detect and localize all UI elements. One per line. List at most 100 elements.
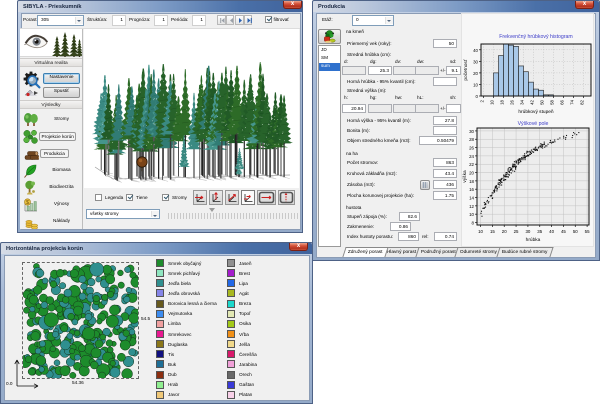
vek-value[interactable]: 50 — [433, 39, 457, 48]
view-iso-button[interactable] — [225, 190, 239, 205]
tab-1[interactable]: Združený porast — [342, 247, 388, 257]
d-col-label: dw: — [417, 59, 424, 64]
struktura-label: Štruktúra: — [87, 17, 107, 22]
view-top-icon — [210, 191, 222, 204]
legend-item: Jelša — [227, 339, 257, 349]
horna-hrubka-value[interactable] — [433, 77, 457, 86]
sidebar-item-naklady[interactable]: Náklady — [20, 213, 82, 230]
porast-combobox[interactable]: 305 — [37, 15, 84, 26]
view-section-h-button[interactable] — [257, 190, 276, 205]
tab-5[interactable]: Budúce rubné stromy — [496, 247, 553, 257]
legend-species-label: Limba — [168, 321, 181, 326]
legend-species-label: Duglaska — [168, 342, 188, 347]
rel-value[interactable]: 0.74 — [434, 232, 457, 241]
spustit-button[interactable]: Spustiť — [43, 87, 80, 98]
explorer-close-button[interactable]: x — [283, 1, 302, 9]
view-iso-icon — [226, 191, 238, 204]
first-record-button[interactable] — [217, 15, 226, 25]
svg-text:16: 16 — [469, 187, 474, 192]
zoom-slider-thumb[interactable] — [209, 208, 215, 215]
view-top-button[interactable] — [209, 190, 223, 205]
sidebar-item-projekcie-korun[interactable]: Projekcie korún — [20, 128, 82, 145]
sd-col-label: sd: — [450, 59, 456, 64]
legend-item: Brest — [227, 268, 257, 278]
filtrovat-checkbox[interactable] — [265, 16, 272, 23]
legend-swatch — [156, 269, 164, 277]
svg-text:Výškové pole: Výškové pole — [518, 121, 549, 127]
svg-text:25: 25 — [514, 229, 519, 234]
tree-filter-combobox[interactable]: všetky stromy — [86, 209, 160, 219]
d-value[interactable] — [415, 66, 439, 75]
sh-value[interactable] — [446, 104, 461, 113]
perioda-input[interactable]: 1 — [192, 15, 206, 26]
svg-text:40: 40 — [473, 48, 478, 53]
projection-close-button[interactable]: x — [289, 243, 308, 251]
h-value[interactable] — [415, 104, 439, 113]
legend-item: Hrab — [156, 380, 217, 390]
svg-text:2: 2 — [480, 99, 485, 102]
sidebar-item-biodiverzita[interactable]: Biodiverzita — [20, 179, 82, 196]
sidebar-item-vynosy[interactable]: $Výnosy — [20, 196, 82, 213]
pocet-value[interactable]: 863 — [433, 158, 457, 167]
legend-species-label: Breza — [239, 301, 251, 306]
h-value[interactable]: 20.94 — [342, 104, 366, 113]
struktura-input[interactable]: 1 — [112, 15, 126, 26]
explorer-toolbar: Porast: 305 Štruktúra: 1 Prognóza: 1 Per… — [20, 12, 300, 29]
zasoba-detail-button[interactable] — [420, 180, 430, 190]
prev-record-button[interactable] — [226, 15, 235, 25]
view-free-button[interactable] — [241, 190, 255, 205]
sidebar-item-stromy[interactable]: Stromy — [20, 111, 82, 128]
h-value[interactable] — [368, 104, 392, 113]
legend-species-label: Dub — [168, 372, 177, 377]
produkcia-close-button[interactable]: x — [575, 1, 594, 9]
record-nav-buttons — [217, 15, 254, 26]
sh-col-label: sh: — [450, 95, 456, 100]
horna-vyska-value[interactable]: 27.8 — [433, 116, 457, 125]
explorer-titlebar[interactable]: SIBYLA - Prieskumník — [18, 1, 302, 12]
perioda-label: Perióda: — [171, 17, 188, 22]
legend-item: Lipa — [227, 278, 257, 288]
legend-swatch — [227, 350, 235, 358]
legend-item: Gaštan — [227, 380, 257, 390]
index-value[interactable]: 860 — [398, 232, 419, 241]
zakmenenie-value[interactable]: 0.86 — [390, 222, 411, 231]
legend-swatch — [156, 360, 164, 368]
porast-label: Porast: — [23, 17, 38, 22]
d-value[interactable] — [393, 66, 417, 75]
last-record-button[interactable] — [244, 15, 253, 25]
legend-species-label: Jarabina — [239, 362, 257, 367]
objem-value[interactable]: 0.50479 — [419, 136, 457, 145]
legend-swatch — [156, 350, 164, 358]
projection-titlebar[interactable]: Horizontálna projekcia korún — [1, 243, 312, 254]
forest-viewport[interactable] — [84, 29, 299, 188]
tiene-checkbox[interactable] — [126, 194, 133, 201]
sidebar-section-virtual-reality: Virtuálna realita — [20, 58, 82, 67]
next-record-button[interactable] — [235, 15, 244, 25]
produkcia-titlebar[interactable]: Produkcia — [313, 1, 599, 12]
d-value[interactable]: 25.3 — [368, 66, 392, 75]
prognoza-input[interactable]: 1 — [154, 15, 168, 26]
view-section-v-button[interactable] — [278, 190, 295, 205]
d-value[interactable] — [342, 66, 366, 75]
legend-swatch — [227, 320, 235, 328]
svg-text:hrúbka: hrúbka — [526, 237, 541, 243]
zakladna-value[interactable]: 43.4 — [433, 169, 457, 178]
h-value[interactable] — [393, 104, 417, 113]
legend-species-label: Platan — [239, 392, 252, 397]
tab-label: Združený porast — [348, 250, 383, 255]
nastavenie-button[interactable]: Nastavenie — [43, 73, 80, 84]
zasoba-value[interactable]: 436 — [433, 180, 457, 189]
legenda-checkbox[interactable] — [95, 194, 102, 201]
bonita-value[interactable] — [433, 126, 457, 135]
sidebar-item-biomasa[interactable]: Biomasa — [20, 162, 82, 179]
view-free-icon — [242, 191, 254, 204]
sidebar-item-produkcia[interactable]: Produkcia — [20, 145, 82, 162]
zasoba-label: Zásoba (m3): — [347, 182, 375, 187]
legend-item: Čerešňa — [227, 349, 257, 359]
zoom-slider-track[interactable] — [168, 213, 298, 219]
sd-value[interactable]: 9.1 — [446, 66, 461, 75]
view-front-button[interactable] — [193, 190, 207, 205]
zapoj-value[interactable]: 82.6 — [399, 212, 420, 221]
stromy-checkbox[interactable] — [162, 194, 169, 201]
plocha-value[interactable]: 1.75 — [433, 191, 457, 200]
